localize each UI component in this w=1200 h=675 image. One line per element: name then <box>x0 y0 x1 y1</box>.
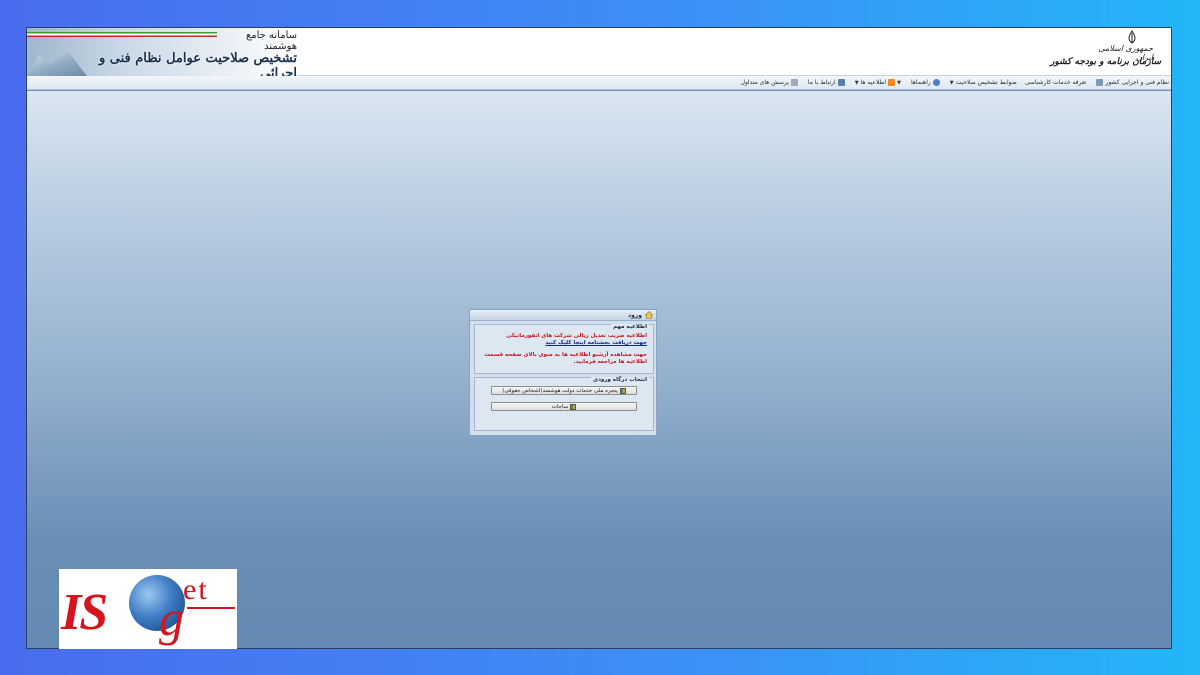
portal-legend: انتخاب درگاه ورودی <box>591 377 649 383</box>
chevron-down-icon: ▼ <box>854 79 859 86</box>
document-icon <box>790 79 798 86</box>
browser-frame: سامانه جامع هوشمند تشخیص صلاحیت عوامل نظ… <box>26 27 1172 649</box>
main-content: ورود اطلاعیه مهم اطلاعیه ضریب تعدیل ریال… <box>27 91 1171 648</box>
isoget-watermark-logo: IS g et <box>59 569 237 649</box>
menu-item-announcements[interactable]: ▼ اطلاعیه ها ▼ <box>855 79 903 86</box>
organization-logo: جمهوری اسلامی ایران سازمان برنامه و بودج… <box>1050 30 1163 74</box>
home-icon <box>645 311 653 319</box>
menu-item-label: ضوابط تشخیص صلاحیت <box>955 79 1017 86</box>
folder-icon <box>1096 79 1104 86</box>
sajat-button[interactable]: ساجات <box>491 402 637 411</box>
watermark-et: et <box>183 573 209 606</box>
menu-item-label: راهنماها <box>910 79 931 86</box>
chevron-down-icon: ▼ <box>949 79 954 86</box>
login-title: ورود <box>628 311 642 319</box>
menu-item-tariff[interactable]: تعرفه خدمات کارشناسی <box>1025 79 1087 86</box>
portal-button-label: ساجات <box>551 403 569 410</box>
watermark-is: IS <box>61 584 108 641</box>
mail-icon <box>837 79 845 86</box>
rss-icon <box>888 79 896 86</box>
notice-archive-text-2: اطلاعیه ها مراجعه فرمایید. <box>573 359 647 365</box>
watermark-underline <box>187 607 235 609</box>
menu-item-label: نظام فنی و اجرایی کشور <box>1105 79 1169 86</box>
menu-item-label: پرسش های متداول <box>740 79 789 86</box>
notice-text: اطلاعیه ضریب تعدیل ریالی شرکت های انفورم… <box>506 333 647 339</box>
notice-legend: اطلاعیه مهم <box>611 324 649 330</box>
portal-button-label: پنجره ملی خدمات دولت هوشمند(اشخاص حقوقی) <box>502 387 618 394</box>
menu-item-label: تعرفه خدمات کارشناسی <box>1024 79 1087 86</box>
notice-archive-text: جهت مشاهده آرشیو اطلاعیه ها به منوی بالا… <box>484 352 647 358</box>
system-title: تشخیص صلاحیت عوامل نظام فنی و اجرائی <box>98 51 297 76</box>
help-icon <box>932 79 940 86</box>
chevron-down-icon: ▼ <box>897 79 901 86</box>
mountain-graphic <box>27 49 87 76</box>
emblem-icon <box>1128 30 1136 44</box>
portal-selection: انتخاب درگاه ورودی پنجره ملی خدمات دولت … <box>474 377 654 431</box>
important-notice: اطلاعیه مهم اطلاعیه ضریب تعدیل ریالی شرک… <box>474 324 654 374</box>
menu-item-guides[interactable]: راهنماها <box>911 79 942 86</box>
menu-item-technical-system[interactable]: نظام فنی و اجرایی کشور <box>1094 79 1169 86</box>
menu-item-contact[interactable]: ارتباط با ما <box>808 79 847 86</box>
login-panel: ورود اطلاعیه مهم اطلاعیه ضریب تعدیل ریال… <box>469 309 657 436</box>
site-header: سامانه جامع هوشمند تشخیص صلاحیت عوامل نظ… <box>27 28 1171 76</box>
national-portal-button[interactable]: پنجره ملی خدمات دولت هوشمند(اشخاص حقوقی) <box>491 386 637 395</box>
login-panel-header: ورود <box>470 310 656 321</box>
portal-icon <box>619 387 626 394</box>
menu-item-label: اطلاعیه ها <box>860 79 887 86</box>
top-menu: نظام فنی و اجرایی کشور تعرفه خدمات کارشن… <box>27 76 1171 90</box>
portal-icon <box>570 403 577 410</box>
menu-item-label: ارتباط با ما <box>807 79 836 86</box>
header-banner: سامانه جامع هوشمند تشخیص صلاحیت عوامل نظ… <box>27 28 297 76</box>
watermark-g: g <box>159 590 184 646</box>
system-name: سامانه جامع هوشمند <box>245 30 297 52</box>
flag-strip <box>27 32 217 37</box>
notice-link[interactable]: جهت دریافت بخشنامه اینجا کلیک کنید <box>545 340 647 346</box>
menu-item-regulations[interactable]: ضوابط تشخیص صلاحیت ▼ <box>950 79 1017 86</box>
logo-line2: سازمان برنامه و بودجه کشور <box>1050 57 1161 67</box>
menu-item-faq[interactable]: پرسش های متداول <box>741 79 800 86</box>
